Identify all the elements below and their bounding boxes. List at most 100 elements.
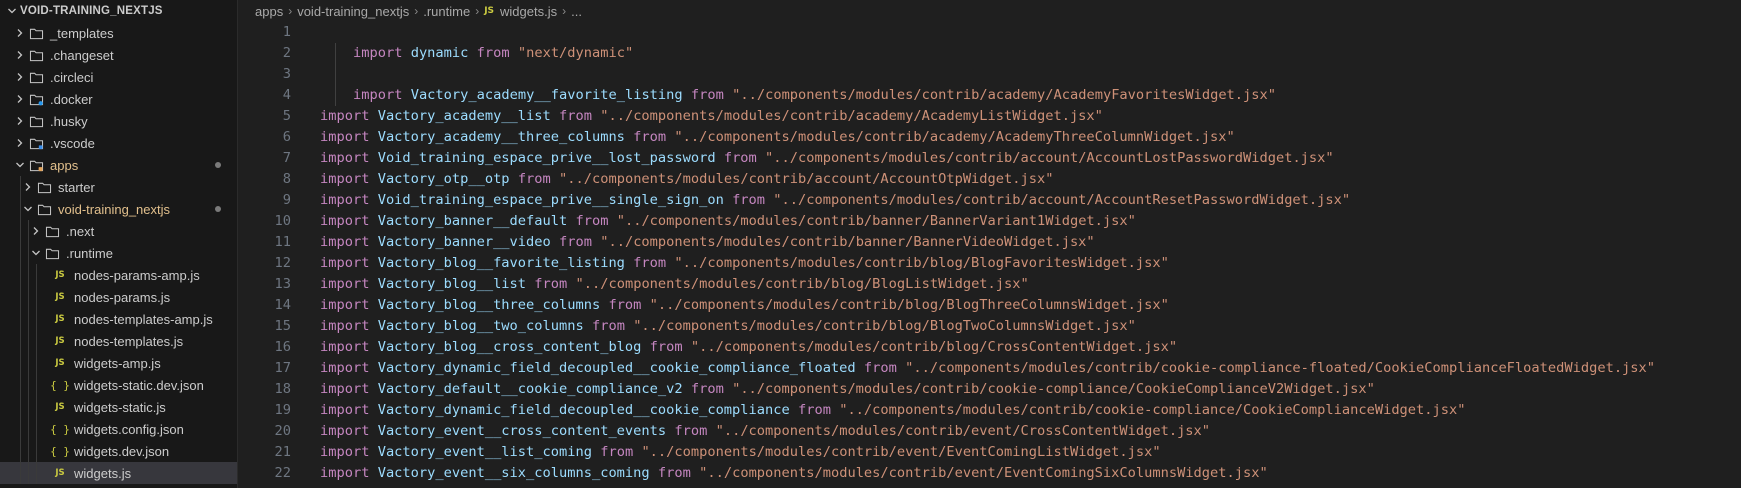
file-item[interactable]: { } widgets.dev.json: [0, 440, 237, 462]
code-line[interactable]: 11 import Vactory_banner__video from "../…: [238, 232, 1741, 253]
indent-guide: [36, 286, 37, 308]
keyword-import: import: [320, 171, 370, 187]
line-number: 9: [282, 192, 291, 208]
js-file-icon: JS: [55, 314, 65, 324]
vscode-folder-icon: [28, 137, 44, 150]
keyword-from: from: [559, 234, 592, 250]
code-line[interactable]: 3: [238, 64, 1741, 85]
folder-item[interactable]: .husky: [0, 110, 237, 132]
chevron-right-icon[interactable]: [12, 72, 28, 82]
file-item[interactable]: JS nodes-params-amp.js: [0, 264, 237, 286]
breadcrumb-more[interactable]: ...: [571, 4, 582, 19]
file-item[interactable]: JS nodes-templates.js: [0, 330, 237, 352]
keyword-from: from: [674, 423, 708, 439]
indent-guide: [36, 418, 37, 440]
line-content: import Void_training_espace_prive__singl…: [291, 190, 1350, 211]
line-number: 1: [282, 24, 291, 40]
code-line[interactable]: 13 import Vactory_blog__list from "../com…: [238, 274, 1741, 295]
keyword-from: from: [723, 150, 757, 166]
folder-item[interactable]: .runtime: [0, 242, 237, 264]
code-line[interactable]: 19 import Vactory_dynamic_field_decoupled…: [238, 400, 1741, 421]
tree-item-label: nodes-params-amp.js: [74, 267, 200, 283]
indent-guide: [28, 330, 29, 352]
import-path-string: "../components/modules/contrib/blog/Blog…: [575, 276, 1029, 292]
indent-guide: [28, 352, 29, 374]
chevron-down-icon[interactable]: [20, 204, 36, 214]
folder-icon: [36, 203, 52, 216]
folder-item[interactable]: starter: [0, 176, 237, 198]
code-line[interactable]: 6 import Vactory_academy__three_columns f…: [238, 127, 1741, 148]
folder-item[interactable]: .changeset: [0, 44, 237, 66]
code-line[interactable]: 15 import Vactory_blog__two_columns from …: [238, 316, 1741, 337]
code-line[interactable]: 5 import Vactory_academy__list from "../c…: [238, 106, 1741, 127]
code-line[interactable]: 10 import Vactory_banner__default from ".…: [238, 211, 1741, 232]
file-item[interactable]: JS nodes-params.js: [0, 286, 237, 308]
tree-item-label: void-training_nextjs: [58, 201, 171, 217]
code-line[interactable]: 12 import Vactory_blog__favorite_listing …: [238, 253, 1741, 274]
indent-guide: [28, 440, 29, 462]
js-file-icon: JS: [55, 402, 65, 412]
folder-item[interactable]: .circleci: [0, 66, 237, 88]
code-editor[interactable]: 1 2 import dynamic from "next/dynamic" 3 4 im…: [238, 22, 1741, 484]
breadcrumb-file[interactable]: widgets.js: [500, 4, 557, 19]
line-number: 15: [274, 318, 291, 334]
code-line[interactable]: 2 import dynamic from "next/dynamic": [238, 43, 1741, 64]
file-item[interactable]: JS widgets-static.js: [0, 396, 237, 418]
code-line[interactable]: 7 import Void_training_espace_prive__lost…: [238, 148, 1741, 169]
indent-guide: [20, 198, 21, 220]
explorer-root-header[interactable]: VOID-TRAINING_NEXTJS: [0, 0, 237, 22]
indent-guide: [28, 286, 29, 308]
breadcrumb-project[interactable]: void-training_nextjs: [297, 4, 409, 19]
chevron-right-icon[interactable]: [12, 50, 28, 60]
modified-dot-icon: [215, 206, 221, 212]
chevron-right-icon[interactable]: [12, 28, 28, 38]
import-identifier: Vactory_banner__default: [377, 213, 568, 229]
file-item[interactable]: JS widgets.js: [0, 462, 237, 484]
folder-item[interactable]: _templates: [0, 22, 237, 44]
folder-item[interactable]: apps: [0, 154, 237, 176]
file-item[interactable]: { } widgets-static.dev.json: [0, 374, 237, 396]
code-line[interactable]: 9 import Void_training_espace_prive__sing…: [238, 190, 1741, 211]
import-identifier: Vactory_academy__list: [377, 108, 551, 124]
folder-item[interactable]: void-training_nextjs: [0, 198, 237, 220]
folder-item[interactable]: .vscode: [0, 132, 237, 154]
code-line[interactable]: 16 import Vactory_blog__cross_content_blo…: [238, 337, 1741, 358]
chevron-right-icon[interactable]: [12, 94, 28, 104]
folder-item[interactable]: .docker: [0, 88, 237, 110]
import-identifier: Vactory_event__cross_content_events: [377, 423, 667, 439]
indent-guide: [28, 264, 29, 286]
keyword-import: import: [320, 276, 370, 292]
file-item[interactable]: JS nodes-templates-amp.js: [0, 308, 237, 330]
chevron-down-icon[interactable]: [28, 248, 44, 258]
file-item[interactable]: JS widgets-amp.js: [0, 352, 237, 374]
explorer-sidebar: VOID-TRAINING_NEXTJS _templates .changese…: [0, 0, 238, 488]
line-content: import Vactory_academy__favorite_listing…: [291, 85, 1276, 106]
code-line[interactable]: 14 import Vactory_blog__three_columns fro…: [238, 295, 1741, 316]
breadcrumb-apps[interactable]: apps: [255, 4, 283, 19]
chevron-right-icon[interactable]: [20, 182, 36, 192]
chevron-right-icon[interactable]: [12, 138, 28, 148]
code-line[interactable]: 20 import Vactory_event__cross_content_ev…: [238, 421, 1741, 442]
keyword-from: from: [649, 339, 683, 355]
chevron-down-icon[interactable]: [12, 160, 28, 170]
code-line[interactable]: 4 import Vactory_academy__favorite_listin…: [238, 85, 1741, 106]
code-line[interactable]: 1: [238, 22, 1741, 43]
file-item[interactable]: { } widgets.config.json: [0, 418, 237, 440]
line-content: import Vactory_dynamic_field_decoupled__…: [291, 400, 1466, 421]
code-line[interactable]: 18 import Vactory_default__cookie_complia…: [238, 379, 1741, 400]
keyword-from: from: [732, 192, 766, 208]
folder-item[interactable]: .next: [0, 220, 237, 242]
import-path-string: "../components/modules/contrib/banner/Ba…: [600, 234, 1095, 250]
import-identifier: Vactory_academy__favorite_listing: [410, 87, 683, 103]
tree-item-label: .docker: [50, 91, 93, 107]
tree-item-label: starter: [58, 179, 95, 195]
keyword-import: import: [353, 87, 403, 103]
chevron-right-icon[interactable]: [28, 226, 44, 236]
chevron-right-icon[interactable]: [12, 116, 28, 126]
breadcrumb-runtime[interactable]: .runtime: [423, 4, 470, 19]
code-line[interactable]: 8 import Vactory_otp__otp from "../compon…: [238, 169, 1741, 190]
tree-item-label: .changeset: [50, 47, 114, 63]
code-line[interactable]: 22 import Vactory_event__six_columns_comi…: [238, 463, 1741, 484]
code-line[interactable]: 21 import Vactory_event__list_coming from…: [238, 442, 1741, 463]
code-line[interactable]: 17 import Vactory_dynamic_field_decoupled…: [238, 358, 1741, 379]
